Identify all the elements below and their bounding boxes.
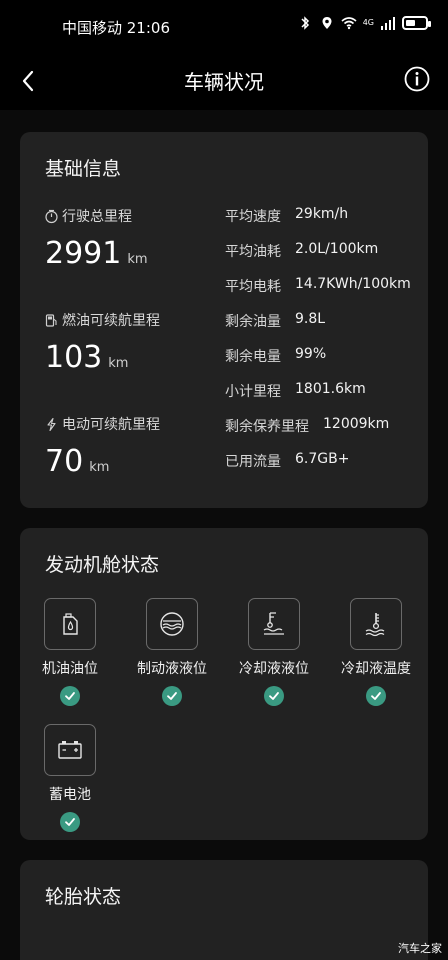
stat-label: 平均电耗 bbox=[225, 279, 281, 295]
check-icon bbox=[264, 686, 284, 706]
stat-avg-fuel: 平均油耗 2.0L/100km bbox=[225, 241, 378, 261]
electric-range-unit: km bbox=[89, 460, 110, 475]
coolant-temp-icon bbox=[365, 613, 385, 637]
battery-icon-box bbox=[44, 724, 96, 776]
engine-item-label: 冷却液温度 bbox=[341, 661, 411, 677]
check-icon bbox=[60, 812, 80, 832]
stat-label: 剩余保养里程 bbox=[225, 419, 309, 435]
engine-item-label: 蓄电池 bbox=[49, 787, 91, 803]
stat-label: 剩余油量 bbox=[225, 314, 281, 330]
page-title: 车辆状况 bbox=[184, 70, 264, 94]
check-icon bbox=[60, 686, 80, 706]
stat-remaining-charge: 剩余电量 99% bbox=[225, 346, 326, 366]
total-mileage-label-text: 行驶总里程 bbox=[62, 209, 132, 225]
status-bar: 中国移动 21:06 4G bbox=[0, 0, 448, 52]
info-icon[interactable] bbox=[402, 64, 432, 94]
stat-value: 9.8L bbox=[295, 311, 326, 327]
fuel-range-number: 103 bbox=[45, 340, 103, 375]
total-mileage-label: 行驶总里程 bbox=[44, 206, 132, 226]
stat-value: 6.7GB+ bbox=[295, 451, 350, 467]
electric-range-label-text: 电动可续航里程 bbox=[62, 417, 160, 433]
lightning-icon bbox=[47, 417, 56, 431]
check-icon bbox=[366, 686, 386, 706]
bluetooth-icon bbox=[301, 16, 309, 30]
status-icons: 4G bbox=[297, 15, 431, 31]
total-mileage-value: 2991 km bbox=[45, 236, 148, 271]
fuel-range-value: 103 km bbox=[45, 340, 128, 375]
brake-fluid-icon bbox=[160, 612, 184, 636]
stat-value: 29km/h bbox=[295, 206, 349, 222]
coolant-level-icon bbox=[263, 612, 284, 635]
stat-value: 1801.6km bbox=[295, 381, 366, 397]
stat-label: 平均速度 bbox=[225, 209, 281, 225]
stat-value: 14.7KWh/100km bbox=[295, 276, 411, 292]
engine-item-coolant-temp[interactable]: 冷却液温度 bbox=[326, 598, 426, 706]
engine-item-coolant-level[interactable]: 冷却液液位 bbox=[224, 598, 324, 706]
engine-item-battery[interactable]: 蓄电池 bbox=[20, 724, 120, 832]
stat-trip-mileage: 小计里程 1801.6km bbox=[225, 381, 366, 401]
engine-item-oil[interactable]: 机油油位 bbox=[20, 598, 120, 706]
stat-value: 99% bbox=[295, 346, 327, 362]
stat-avg-speed: 平均速度 29km/h bbox=[225, 206, 348, 226]
oil-level-icon-box bbox=[44, 598, 96, 650]
fuel-range-label-text: 燃油可续航里程 bbox=[62, 313, 160, 329]
network-type: 4G bbox=[362, 18, 374, 27]
location-icon bbox=[322, 17, 332, 29]
electric-range-value: 70 km bbox=[45, 444, 109, 479]
engine-status-title: 发动机舱状态 bbox=[45, 554, 160, 576]
nav-bar: 车辆状况 bbox=[0, 52, 448, 110]
stat-avg-power: 平均电耗 14.7KWh/100km bbox=[225, 276, 411, 296]
stat-label: 平均油耗 bbox=[225, 244, 281, 260]
stat-label: 剩余电量 bbox=[225, 349, 281, 365]
engine-item-label: 机油油位 bbox=[42, 661, 98, 677]
battery-icon bbox=[58, 741, 82, 759]
total-mileage-unit: km bbox=[127, 252, 148, 267]
total-mileage-number: 2991 bbox=[45, 236, 122, 271]
signal-icon bbox=[381, 17, 395, 30]
stat-service-mileage: 剩余保养里程 12009km bbox=[225, 416, 389, 436]
basic-info-title: 基础信息 bbox=[45, 158, 122, 180]
electric-range-label: 电动可续航里程 bbox=[44, 414, 160, 434]
carrier-time: 中国移动 21:06 bbox=[62, 19, 170, 37]
electric-range-number: 70 bbox=[45, 444, 84, 479]
brake-fluid-icon-box bbox=[146, 598, 198, 650]
engine-item-label: 制动液液位 bbox=[137, 661, 207, 677]
tire-status-card: 轮胎状态 bbox=[20, 860, 428, 960]
stat-data-used: 已用流量 6.7GB+ bbox=[225, 451, 349, 471]
tire-status-title: 轮胎状态 bbox=[45, 886, 122, 908]
odometer-icon bbox=[45, 209, 58, 223]
stat-value: 2.0L/100km bbox=[295, 241, 379, 257]
stat-remaining-fuel: 剩余油量 9.8L bbox=[225, 311, 325, 331]
basic-info-card: 基础信息 行驶总里程 2991 km 燃油可续航里程 103 km 电动可续航里程 … bbox=[20, 132, 428, 508]
check-icon bbox=[162, 686, 182, 706]
fuel-pump-icon bbox=[45, 313, 57, 327]
fuel-range-unit: km bbox=[108, 356, 129, 371]
engine-status-card: 发动机舱状态 机油油位 制动液液位 冷却液液位 冷却液温度 蓄电池 bbox=[20, 528, 428, 840]
oil-level-icon bbox=[63, 613, 78, 635]
fuel-range-label: 燃油可续航里程 bbox=[44, 310, 160, 330]
stat-label: 已用流量 bbox=[225, 454, 281, 470]
wifi-icon bbox=[341, 17, 357, 30]
coolant-temp-icon-box bbox=[350, 598, 402, 650]
engine-item-brake-fluid[interactable]: 制动液液位 bbox=[122, 598, 222, 706]
engine-item-label: 冷却液液位 bbox=[239, 661, 309, 677]
watermark: 汽车之家 bbox=[398, 942, 442, 955]
battery-status-icon bbox=[402, 16, 431, 30]
stat-value: 12009km bbox=[323, 416, 390, 432]
coolant-level-icon-box bbox=[248, 598, 300, 650]
stat-label: 小计里程 bbox=[225, 384, 281, 400]
